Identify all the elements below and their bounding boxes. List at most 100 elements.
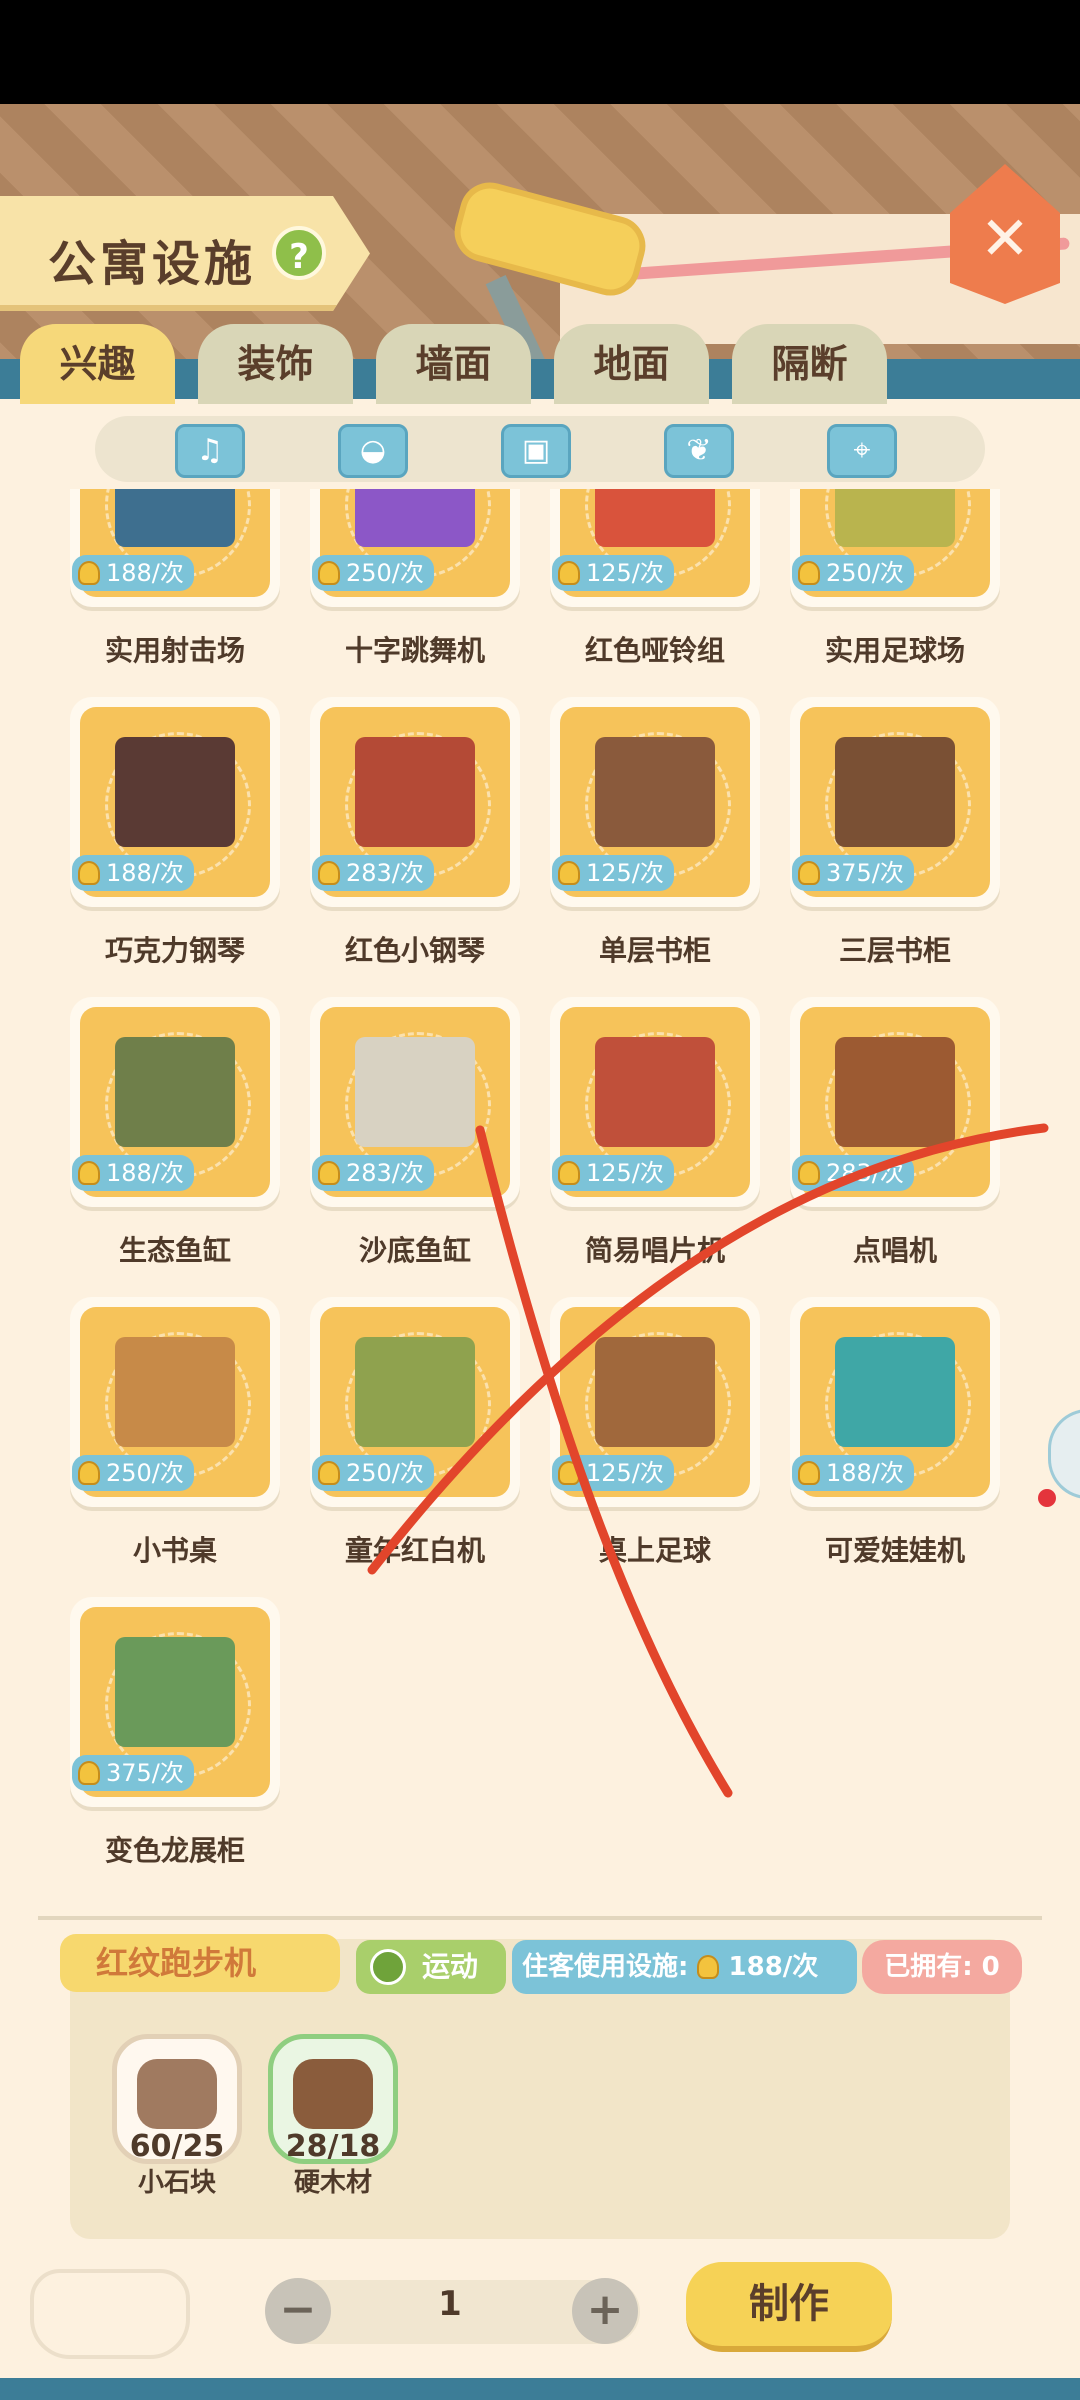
item-name: 简易唱片机 bbox=[584, 1234, 725, 1267]
item-name: 十字跳舞机 bbox=[344, 634, 485, 667]
facility-item[interactable]: 188/次巧克力钢琴 bbox=[70, 697, 280, 967]
item-card: 188/次 bbox=[70, 697, 280, 907]
facility-item[interactable]: 125/次桌上足球 bbox=[550, 1297, 760, 1567]
price-tag: 283/次 bbox=[312, 1155, 434, 1191]
banana-coin-icon bbox=[558, 561, 580, 585]
price-tag: 125/次 bbox=[552, 555, 674, 591]
item-name: 沙底鱼缸 bbox=[358, 1234, 471, 1267]
material-count: 28/18 bbox=[285, 2129, 381, 2164]
item-card: 283/次 bbox=[310, 997, 520, 1207]
facility-item[interactable]: 188/次 实用射击场 bbox=[70, 489, 280, 667]
item-thumbnail bbox=[595, 737, 715, 847]
item-thumbnail bbox=[355, 489, 475, 547]
facility-item[interactable]: 250/次 实用足球场 bbox=[790, 489, 1000, 667]
price-value: 283/次 bbox=[826, 1159, 904, 1187]
material-stone[interactable]: 60/25 小石块 bbox=[112, 2034, 242, 2198]
banana-coin-icon bbox=[78, 561, 100, 585]
owned-badge: 已拥有: 0 bbox=[862, 1940, 1022, 1994]
price-value: 375/次 bbox=[106, 1759, 184, 1787]
tab-wall[interactable]: 墙面 bbox=[376, 324, 531, 404]
decrease-button[interactable]: − bbox=[265, 2278, 331, 2344]
paint-roller-icon bbox=[447, 175, 653, 303]
item-thumbnail bbox=[355, 1337, 475, 1447]
item-name: 巧克力钢琴 bbox=[104, 934, 245, 967]
facility-item[interactable]: 250/次小书桌 bbox=[70, 1297, 280, 1567]
price-tag: 283/次 bbox=[792, 1155, 914, 1191]
item-name: 点唱机 bbox=[852, 1234, 937, 1267]
tab-decoration[interactable]: 装饰 bbox=[198, 324, 353, 404]
item-thumbnail bbox=[835, 489, 955, 547]
tennis-ball-icon bbox=[370, 1949, 406, 1985]
price-value: 250/次 bbox=[346, 1459, 424, 1487]
item-card: 125/次 bbox=[550, 997, 760, 1207]
tennis-ball-icon[interactable]: ◒ bbox=[338, 424, 408, 478]
help-button[interactable]: ? bbox=[272, 226, 326, 280]
facility-item[interactable]: 250/次十字跳舞机 bbox=[310, 489, 520, 667]
price-value: 188/次 bbox=[826, 1459, 904, 1487]
banana-coin-icon bbox=[318, 561, 340, 585]
music-note-icon[interactable]: ♫ bbox=[175, 424, 245, 478]
price-tag: 375/次 bbox=[792, 855, 914, 891]
facility-item[interactable]: 375/次 变色龙展柜 bbox=[70, 1597, 280, 1867]
price-tag: 250/次 bbox=[792, 555, 914, 591]
banana-coin-icon bbox=[78, 1761, 100, 1785]
price-value: 250/次 bbox=[346, 559, 424, 587]
facility-item[interactable]: 283/次点唱机 bbox=[790, 997, 1000, 1267]
facility-item[interactable]: 188/次可爱娃娃机 bbox=[790, 1297, 1000, 1567]
price-tag: 250/次 bbox=[312, 1455, 434, 1491]
material-hardwood[interactable]: 28/18 硬木材 bbox=[268, 2034, 398, 2198]
price-value: 125/次 bbox=[586, 1459, 664, 1487]
facility-item[interactable]: 125/次 红色哑铃组 bbox=[550, 489, 760, 667]
banana-coin-icon bbox=[78, 1161, 100, 1185]
item-thumbnail bbox=[115, 489, 235, 547]
tab-interest[interactable]: 兴趣 bbox=[20, 324, 175, 404]
item-card: 250/次 bbox=[310, 1297, 520, 1507]
facility-item[interactable]: 125/次单层书柜 bbox=[550, 697, 760, 967]
item-card: 250/次 bbox=[70, 1297, 280, 1507]
facility-item[interactable]: 250/次 童年红白机 bbox=[310, 1297, 520, 1567]
item-card: 188/次 bbox=[70, 997, 280, 1207]
item-name: 单层书柜 bbox=[598, 934, 711, 967]
banana-coin-icon bbox=[318, 1461, 340, 1485]
floppy-disk-icon[interactable]: ▣ bbox=[501, 424, 571, 478]
facility-item[interactable]: 188/次生态鱼缸 bbox=[70, 997, 280, 1267]
facility-grid: 188/次 实用射击场 250/次 十字跳舞机 125/次 红色哑铃组 250/次 实用足球场… bbox=[0, 489, 1080, 1909]
price-tag: 188/次 bbox=[72, 855, 194, 891]
facility-item[interactable]: 125/次简易唱片机 bbox=[550, 997, 760, 1267]
price-value: 250/次 bbox=[106, 1459, 184, 1487]
facility-item[interactable]: 375/次 三层书柜 bbox=[790, 697, 1000, 967]
gamepad-icon[interactable]: ⌖ bbox=[827, 424, 897, 478]
tab-floor[interactable]: 地面 bbox=[554, 324, 709, 404]
item-thumbnail bbox=[835, 1337, 955, 1447]
item-thumbnail bbox=[835, 1037, 955, 1147]
item-card: 188/次 bbox=[70, 489, 280, 607]
increase-button[interactable]: + bbox=[572, 2278, 638, 2344]
price-tag: 250/次 bbox=[312, 555, 434, 591]
item-card: 375/次 bbox=[790, 697, 1000, 907]
category-label: 运动 bbox=[422, 1950, 479, 1983]
price-tag: 375/次 bbox=[72, 1755, 194, 1791]
item-thumbnail bbox=[595, 489, 715, 547]
item-name: 小书桌 bbox=[132, 1534, 217, 1567]
item-name: 桌上足球 bbox=[598, 1534, 711, 1567]
price-value: 375/次 bbox=[826, 859, 904, 887]
price-tag: 283/次 bbox=[312, 855, 434, 891]
price-tag: 250/次 bbox=[72, 1455, 194, 1491]
item-card: 375/次 bbox=[70, 1597, 280, 1807]
price-tag: 125/次 bbox=[552, 855, 674, 891]
price-value: 188/次 bbox=[106, 1159, 184, 1187]
facility-item[interactable]: 283/次 红色小钢琴 bbox=[310, 697, 520, 967]
usage-value: 188/次 bbox=[728, 1952, 819, 1982]
tab-partition[interactable]: 隔断 bbox=[732, 324, 887, 404]
banana-coin-icon bbox=[697, 1955, 720, 1979]
price-value: 250/次 bbox=[826, 559, 904, 587]
plant-icon[interactable]: ❦ bbox=[664, 424, 734, 478]
price-tag: 188/次 bbox=[72, 1155, 194, 1191]
make-button[interactable]: 制作 bbox=[686, 2262, 892, 2352]
close-icon: ✕ bbox=[979, 204, 1031, 274]
facility-item[interactable]: 283/次沙底鱼缸 bbox=[310, 997, 520, 1267]
item-name: 可爱娃娃机 bbox=[824, 1534, 965, 1567]
item-name: 生态鱼缸 bbox=[118, 1234, 231, 1267]
price-value: 283/次 bbox=[346, 859, 424, 887]
wood-log-icon bbox=[293, 2059, 373, 2129]
